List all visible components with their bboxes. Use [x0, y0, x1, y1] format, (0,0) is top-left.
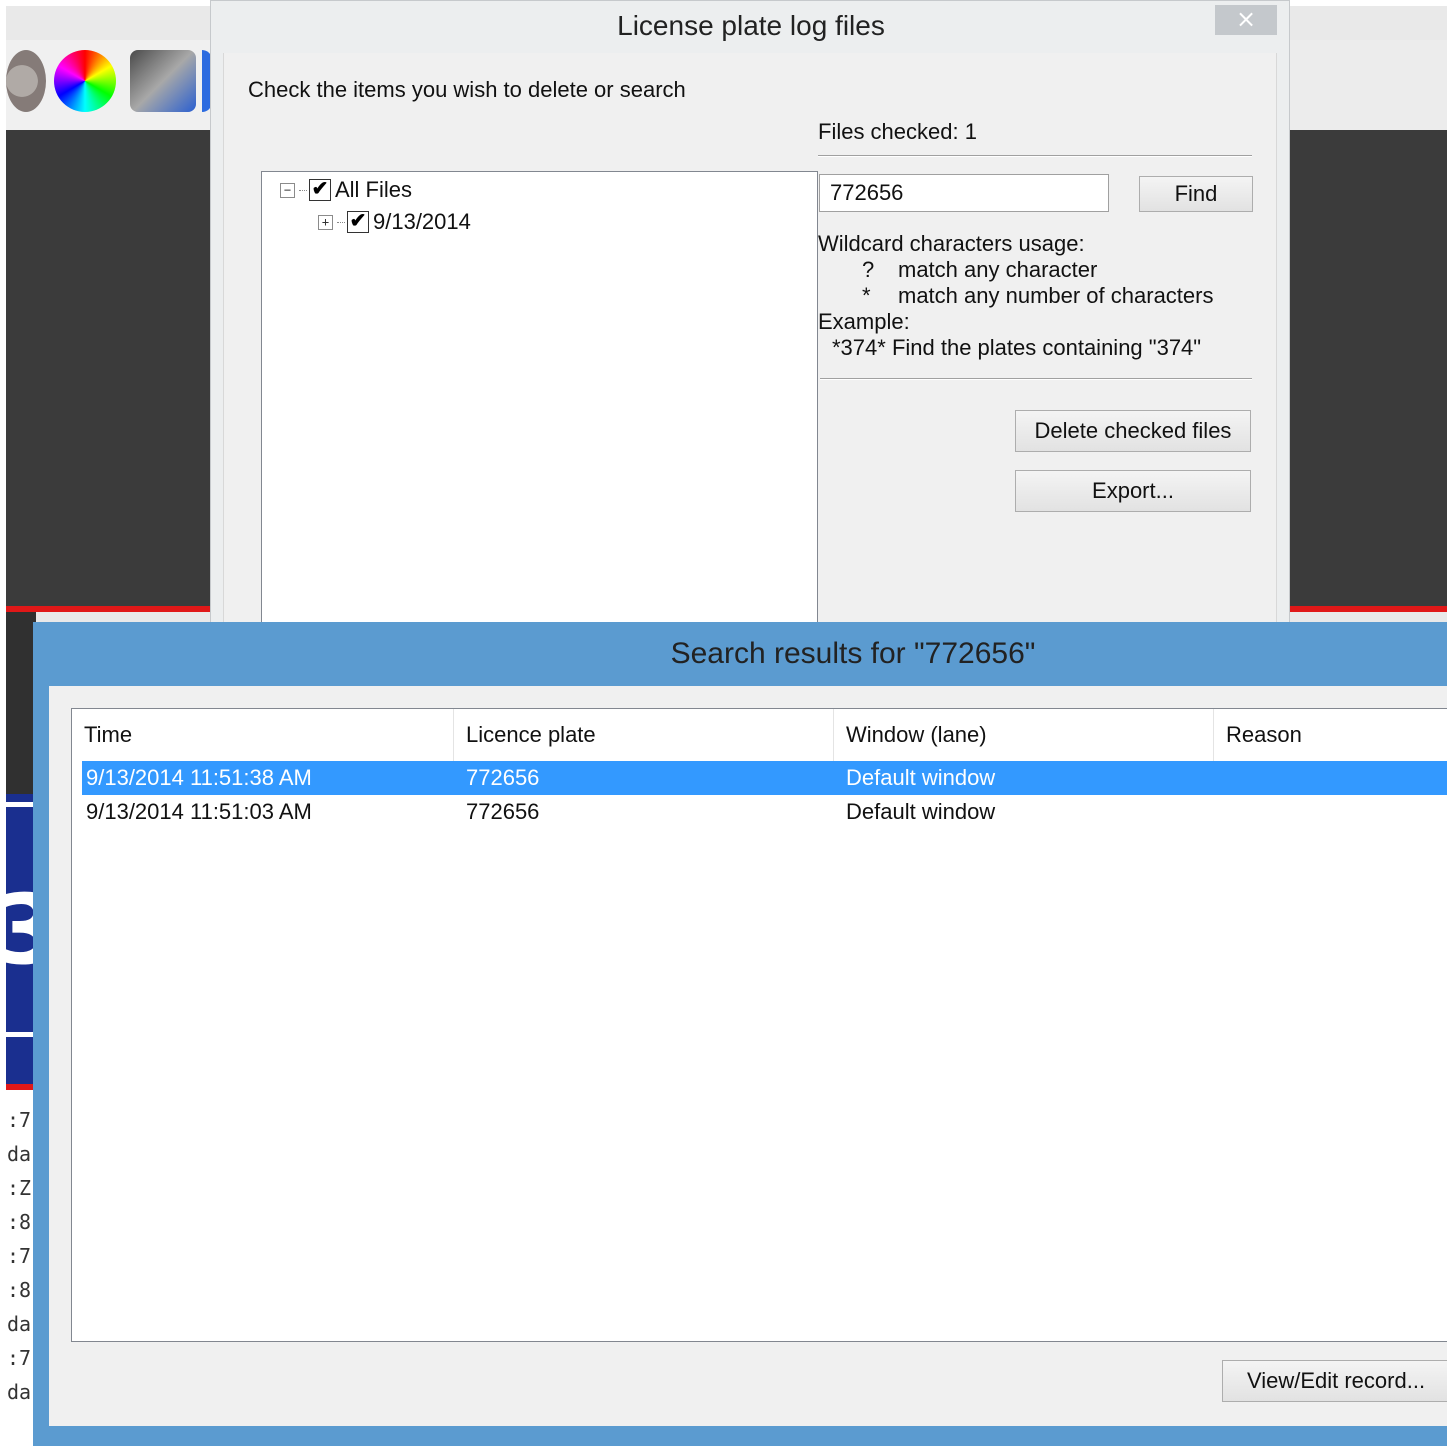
search-results-dialog: Search results for "772656" Time Licence… [33, 622, 1447, 1446]
column-header-reason[interactable]: Reason [1214, 709, 1447, 761]
table-row[interactable]: 9/13/2014 11:51:38 AM 772656 Default win… [82, 761, 1447, 795]
column-header-window[interactable]: Window (lane) [834, 709, 1214, 761]
tree-item-label: All Files [335, 177, 413, 202]
plate-character: 3 [6, 874, 36, 986]
dialog-title: License plate log files [617, 10, 885, 41]
cell-time: 9/13/2014 11:51:38 AM [86, 765, 312, 790]
mouse-icon[interactable] [6, 50, 46, 112]
date-checkbox[interactable]: ✔ [347, 211, 369, 233]
cell-plate: 772656 [466, 765, 540, 790]
expand-icon[interactable]: + [318, 214, 333, 230]
example-text: *374* Find the plates containing "374" [832, 335, 1202, 360]
tree-item-label: 9/13/2014 [373, 209, 471, 234]
disc-burner-icon[interactable] [130, 50, 196, 112]
dialog-body: Check the items you wish to delete or se… [223, 53, 1277, 693]
instruction-text: Check the items you wish to delete or se… [248, 77, 686, 102]
background-video-panel-right [1290, 130, 1447, 610]
divider [820, 378, 1252, 380]
wildcard-item: * match any number of characters [818, 279, 1213, 308]
divider [818, 155, 1252, 157]
background-toolbar-right [1290, 40, 1447, 130]
results-body: Time Licence plate Window (lane) Reason … [49, 686, 1447, 1426]
column-header-plate[interactable]: Licence plate [454, 709, 834, 761]
cell-window: Default window [846, 799, 996, 824]
delete-checked-files-button[interactable]: Delete checked files [1015, 410, 1251, 452]
wildcard-heading: Wildcard characters usage: [818, 231, 1085, 256]
close-button[interactable]: × [1215, 5, 1277, 35]
plate-search-input[interactable] [819, 174, 1109, 212]
files-checked-count: Files checked: 1 [818, 119, 977, 144]
export-button[interactable]: Export... [1015, 470, 1251, 512]
example-heading: Example: [818, 309, 910, 334]
view-edit-record-button[interactable]: View/Edit record... [1222, 1360, 1447, 1402]
background-video-panel [6, 130, 210, 610]
wildcard-item: ? match any character [818, 253, 1201, 282]
tree-item-all-files[interactable]: − ✔ All Files [280, 177, 412, 203]
wildcard-help: Wildcard characters usage: ? match any c… [818, 227, 1213, 360]
background-left-dark [6, 612, 36, 794]
license-plate-log-dialog: License plate log files × Check the item… [210, 0, 1290, 693]
collapse-icon[interactable]: − [280, 182, 295, 198]
results-title: Search results for "772656" [670, 637, 1036, 670]
background-red-bar-low [6, 1084, 36, 1090]
find-button[interactable]: Find [1139, 176, 1253, 212]
tree-item-date[interactable]: + ✔ 9/13/2014 [318, 209, 471, 235]
column-header-time[interactable]: Time [72, 709, 454, 761]
cell-plate: 772656 [466, 799, 540, 824]
cell-window: Default window [846, 765, 996, 790]
file-tree[interactable]: − ✔ All Files + ✔ 9/13/2014 [261, 171, 818, 693]
background-red-bar [6, 606, 210, 612]
table-row[interactable]: 9/13/2014 11:51:03 AM 772656 Default win… [82, 795, 1447, 829]
cell-time: 9/13/2014 11:51:03 AM [86, 799, 312, 824]
background-plate-image: 3 [6, 794, 36, 1090]
color-wheel-icon[interactable] [54, 50, 116, 112]
background-red-bar-right [1290, 606, 1447, 612]
results-table[interactable]: Time Licence plate Window (lane) Reason … [71, 708, 1447, 1342]
all-files-checkbox[interactable]: ✔ [309, 179, 331, 201]
